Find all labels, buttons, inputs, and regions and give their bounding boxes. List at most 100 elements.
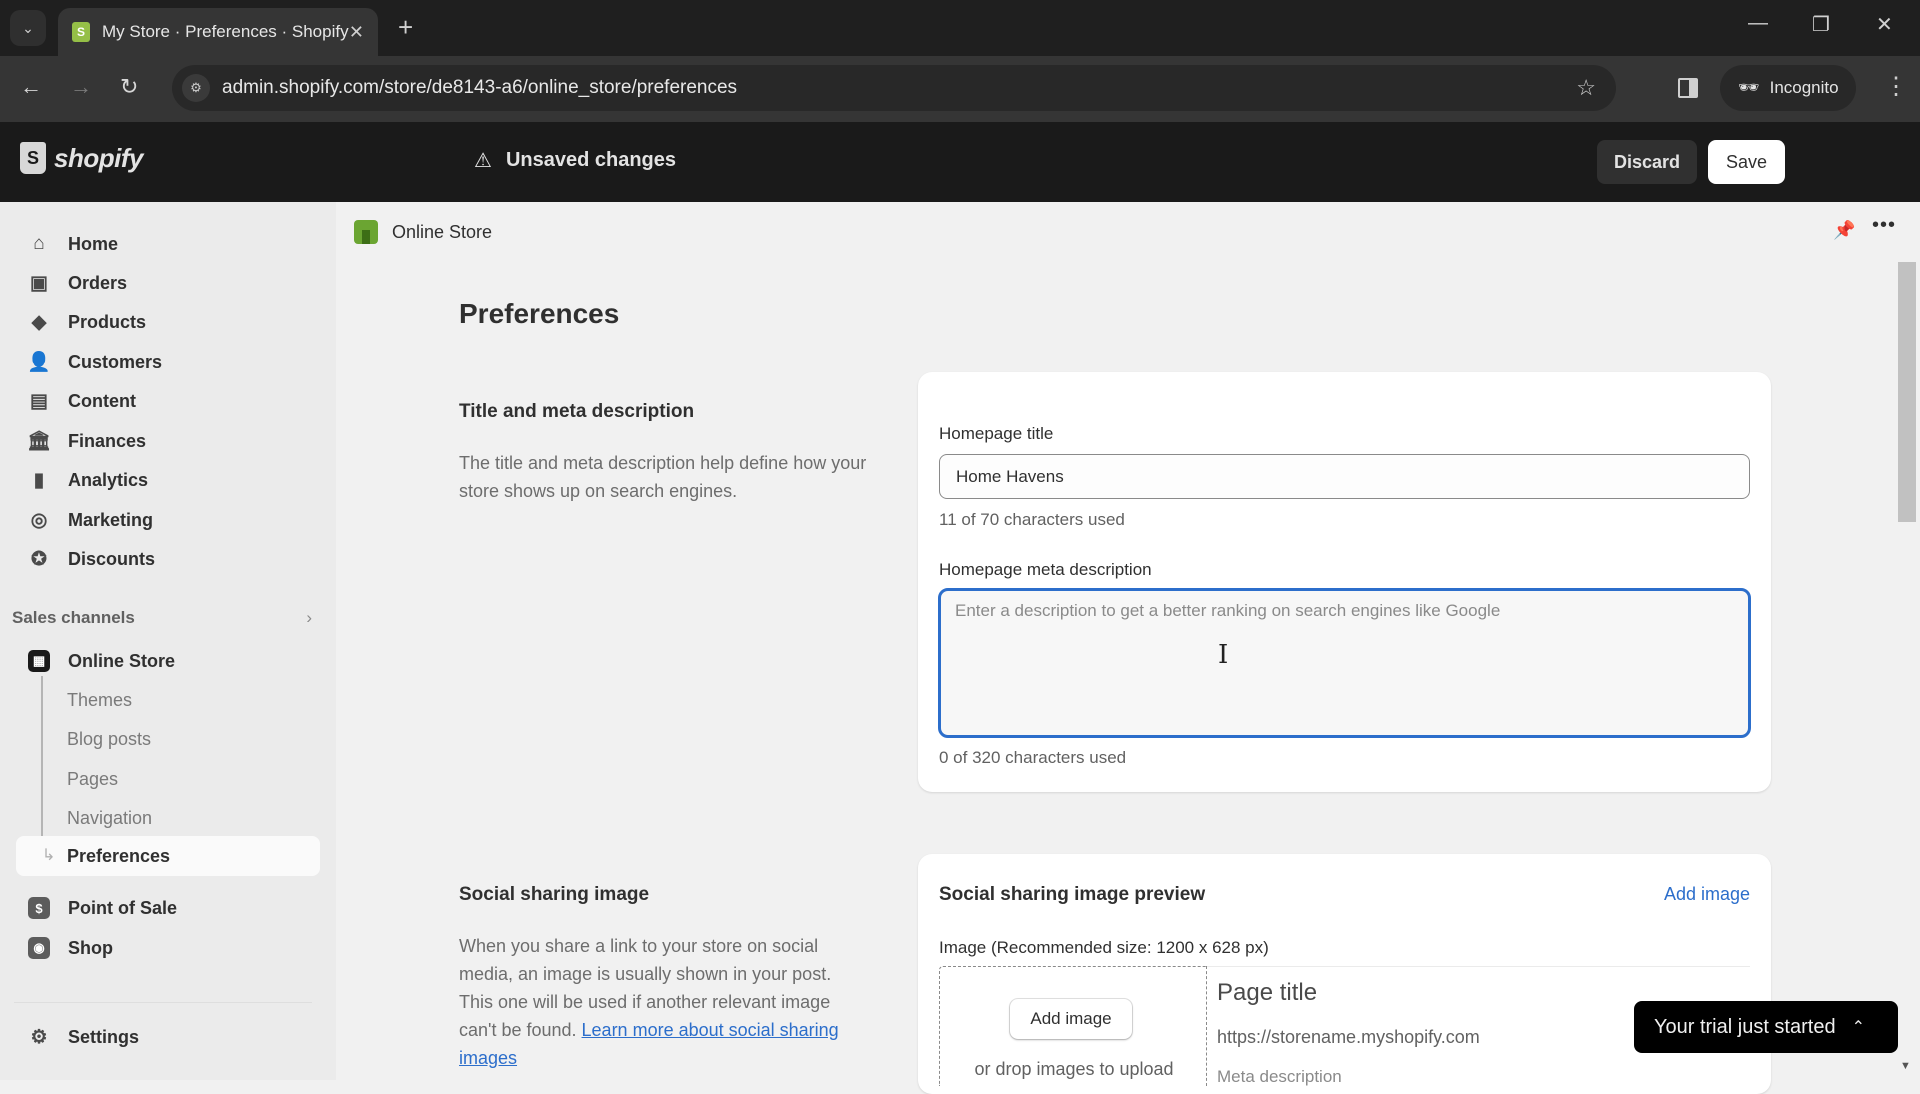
sidebar-item-content[interactable]: ▤ Content: [28, 383, 318, 419]
sales-channels-header[interactable]: Sales channels ›: [12, 608, 312, 628]
tab-title: My Store · Preferences · Shopify: [102, 22, 349, 41]
social-preview-title: Social sharing image preview: [939, 884, 1206, 905]
meta-card: Homepage title 11 of 70 characters used …: [918, 372, 1771, 792]
discard-button[interactable]: Discard: [1597, 140, 1697, 184]
side-panel-icon[interactable]: [1678, 78, 1698, 98]
pos-icon: $: [28, 897, 50, 919]
shopify-bag-icon: S: [20, 142, 46, 174]
browser-tab[interactable]: S My Store · Preferences · Shopify ✕: [58, 8, 378, 56]
meta-description-count: 0 of 320 characters used: [939, 748, 1127, 767]
address-bar[interactable]: ⚙ admin.shopify.com/store/de8143-a6/onli…: [172, 65, 1616, 111]
image-icon: ▤: [30, 390, 48, 412]
sidebar-item-point-of-sale[interactable]: $ Point of Sale: [28, 890, 318, 926]
close-window-icon[interactable]: ✕: [1876, 12, 1893, 37]
new-tab-button[interactable]: +: [398, 12, 413, 43]
restore-icon[interactable]: ❐: [1812, 12, 1830, 37]
save-button[interactable]: Save: [1708, 140, 1785, 184]
preview-page-title: Page title: [1217, 979, 1318, 1006]
sidebar-item-finances[interactable]: 🏛 Finances: [27, 423, 318, 459]
page-scrollbar[interactable]: [1898, 262, 1916, 522]
sales-channels-label: Sales channels: [12, 608, 135, 627]
chevron-up-icon[interactable]: ⌃: [1852, 1017, 1865, 1037]
page-title: Preferences: [459, 298, 620, 329]
sidebar-item-products[interactable]: ◆ Products: [28, 304, 318, 340]
social-section-title: Social sharing image: [459, 884, 650, 905]
sidebar-divider: [14, 1002, 312, 1003]
back-icon[interactable]: ←: [20, 74, 42, 100]
browser-menu-icon[interactable]: ⋮: [1884, 72, 1908, 101]
sidebar-item-settings[interactable]: ⚙ Settings: [28, 1019, 318, 1055]
url-text[interactable]: admin.shopify.com/store/de8143-a6/online…: [222, 77, 1576, 99]
homepage-title-input[interactable]: [939, 454, 1750, 499]
browser-tab-bar: ⌄ S My Store · Preferences · Shopify ✕ +…: [0, 0, 1920, 56]
incognito-icon: 🕶: [1738, 78, 1760, 97]
drop-images-text: or drop images to upload: [974, 1059, 1174, 1079]
sidebar-subitem-blog-posts[interactable]: Blog posts: [67, 729, 151, 750]
sidebar-subitem-pages[interactable]: Pages: [67, 769, 118, 790]
site-settings-icon[interactable]: ⚙: [182, 74, 210, 102]
social-section-description: When you share a link to your store on s…: [459, 932, 869, 1072]
browser-toolbar: ← → ↻ ⚙ admin.shopify.com/store/de8143-a…: [0, 56, 1920, 122]
sidebar-item-online-store[interactable]: ▦ Online Store: [28, 643, 318, 679]
incognito-indicator[interactable]: 🕶 Incognito: [1720, 65, 1856, 111]
sidebar-item-label: Discounts: [68, 548, 156, 569]
chevron-right-icon[interactable]: ›: [306, 608, 312, 628]
breadcrumb-label: Online Store: [392, 221, 493, 242]
inbox-icon: ▣: [30, 272, 48, 294]
preview-url: https://storename.myshopify.com: [1217, 1027, 1480, 1047]
sidebar-item-label: Products: [68, 311, 147, 332]
person-icon: 👤: [27, 352, 51, 373]
meta-description-label: Homepage meta description: [939, 560, 1152, 579]
sidebar-item-home[interactable]: ⌂ Home: [28, 226, 318, 262]
minimize-icon[interactable]: —: [1748, 12, 1768, 35]
sidebar-subitem-navigation[interactable]: Navigation: [67, 808, 152, 829]
homepage-title-label: Homepage title: [939, 424, 1054, 443]
homepage-title-count: 11 of 70 characters used: [939, 510, 1125, 529]
bar-chart-icon: ▮: [33, 469, 45, 491]
sidebar-item-analytics[interactable]: ▮ Analytics: [28, 462, 318, 498]
home-icon: ⌂: [33, 233, 45, 254]
sidebar-item-marketing[interactable]: ◎ Marketing: [28, 502, 318, 538]
sidebar-item-customers[interactable]: 👤 Customers: [27, 344, 318, 380]
discount-icon: ✪: [31, 548, 47, 570]
add-image-link[interactable]: Add image: [1664, 884, 1750, 905]
preview-meta-description: Meta description: [1217, 1067, 1342, 1086]
sidebar: ⌂ Home ▣ Orders ◆ Products 👤 Customers ▤ Cont…: [0, 202, 336, 1080]
trial-toast[interactable]: Your trial just started ⌃: [1634, 1001, 1898, 1053]
bookmark-star-icon[interactable]: ☆: [1576, 75, 1596, 101]
text-cursor-icon: I: [1218, 640, 1229, 670]
shop-app-icon: ◉: [28, 937, 50, 959]
incognito-label: Incognito: [1769, 78, 1839, 97]
sidebar-item-shop[interactable]: ◉ Shop: [28, 930, 318, 966]
unsaved-changes-banner: ⚠ Unsaved changes: [474, 148, 676, 173]
image-drop-zone[interactable]: Add image or drop images to upload: [939, 966, 1207, 1086]
scroll-down-arrow-icon[interactable]: ▼: [1900, 1060, 1911, 1072]
add-image-button[interactable]: Add image: [1010, 999, 1132, 1039]
sidebar-item-label: Settings: [68, 1026, 140, 1047]
meta-section-description: The title and meta description help defi…: [459, 453, 867, 501]
forward-icon[interactable]: →: [70, 74, 92, 100]
logo-text: shopify: [54, 142, 143, 173]
tab-search-button[interactable]: ⌄: [10, 10, 46, 46]
target-icon: ◎: [30, 509, 48, 531]
pin-icon[interactable]: 📌: [1833, 220, 1855, 241]
more-actions-icon[interactable]: •••: [1872, 214, 1896, 237]
breadcrumb[interactable]: Online Store: [354, 220, 492, 244]
sidebar-item-label: Content: [68, 390, 136, 411]
close-tab-icon[interactable]: ✕: [349, 22, 364, 43]
sidebar-item-label: Orders: [68, 272, 128, 293]
tree-arrow-icon: ↳: [42, 847, 56, 864]
meta-section-title: Title and meta description: [459, 401, 695, 422]
tree-line: [41, 676, 43, 848]
sidebar-subitem-preferences-label: Preferences: [67, 846, 171, 866]
image-size-label: Image (Recommended size: 1200 x 628 px): [939, 938, 1269, 957]
sidebar-item-label: Analytics: [68, 469, 149, 490]
meta-description-textarea[interactable]: [938, 588, 1751, 738]
sidebar-subitem-themes[interactable]: Themes: [67, 690, 132, 711]
sidebar-item-discounts[interactable]: ✪ Discounts: [28, 541, 318, 577]
shopify-logo[interactable]: S shopify: [20, 142, 143, 174]
storefront-icon: ▦: [28, 650, 50, 672]
sidebar-item-orders[interactable]: ▣ Orders: [28, 265, 318, 301]
reload-icon[interactable]: ↻: [120, 74, 138, 100]
warning-icon: ⚠: [474, 150, 492, 172]
